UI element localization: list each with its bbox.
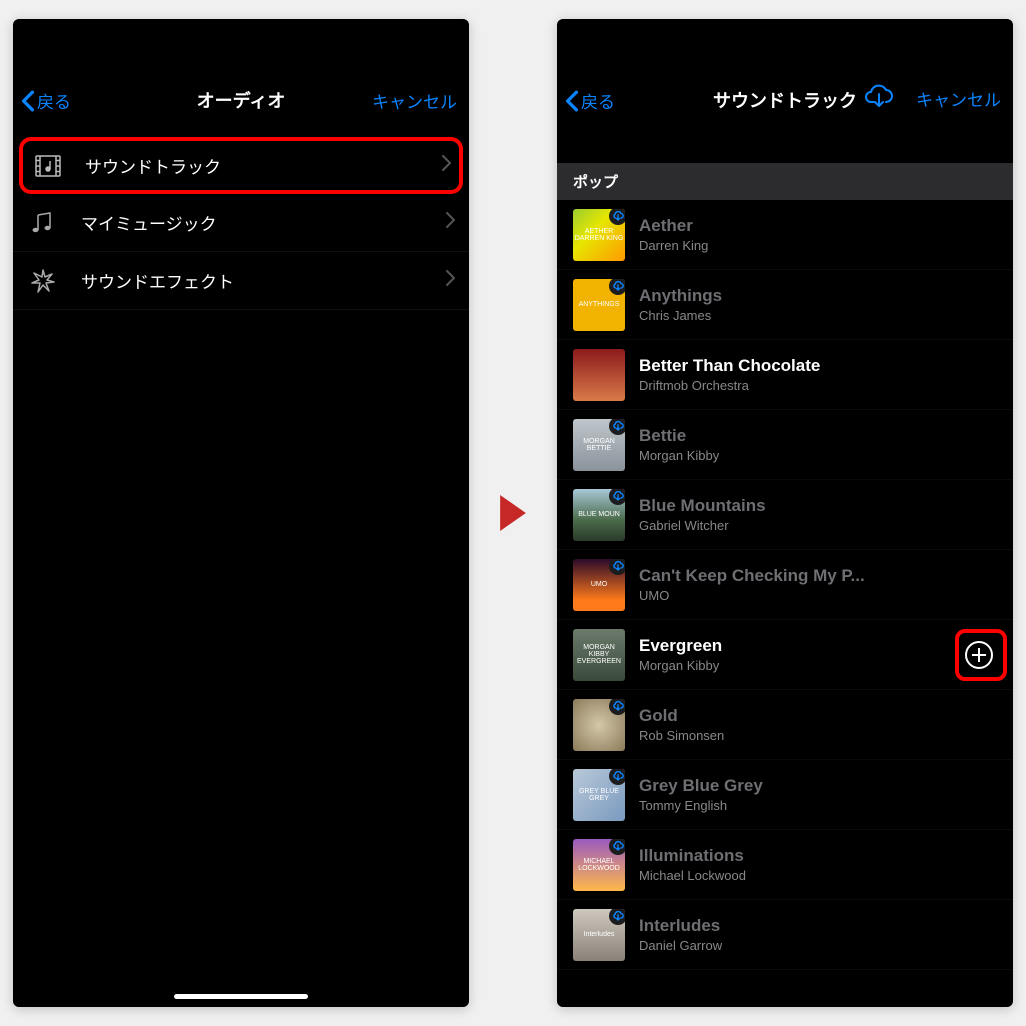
- track-title: Bettie: [639, 426, 999, 446]
- home-indicator[interactable]: [174, 994, 308, 999]
- track-row[interactable]: BLUE MOUN Blue Mountains Gabriel Witcher: [557, 480, 1013, 550]
- track-info: Blue Mountains Gabriel Witcher: [639, 496, 999, 533]
- menu-item-label: サウンドエフェクト: [81, 268, 446, 293]
- track-artist: Daniel Garrow: [639, 938, 999, 953]
- track-info: Gold Rob Simonsen: [639, 706, 999, 743]
- track-row[interactable]: Gold Rob Simonsen: [557, 690, 1013, 760]
- album-art: MORGAN BETTIE: [573, 419, 625, 471]
- cloud-download-icon[interactable]: [864, 84, 894, 113]
- track-title: Gold: [639, 706, 999, 726]
- album-art: BLUE MOUN: [573, 489, 625, 541]
- chevron-right-icon: [446, 270, 455, 291]
- track-title: Can't Keep Checking My P...: [639, 566, 999, 586]
- album-art: MICHAEL LOCKWOOD: [573, 839, 625, 891]
- track-artist: Chris James: [639, 308, 999, 323]
- cloud-badge-icon: [609, 279, 625, 295]
- cloud-badge-icon: [609, 419, 625, 435]
- page-title: サウンドトラック: [713, 87, 857, 113]
- audio-menu-list: サウンドトラック マイミュージック サウンドエフェクト: [13, 137, 469, 310]
- audio-menu-screen: 戻る オーディオ キャンセル サウンドトラック マイミュージック: [13, 19, 469, 1007]
- album-art: GREY BLUE GREY: [573, 769, 625, 821]
- chevron-left-icon: [21, 90, 35, 112]
- track-row[interactable]: GREY BLUE GREY Grey Blue Grey Tommy Englis…: [557, 760, 1013, 830]
- cloud-badge-icon: [609, 769, 625, 785]
- album-art: Interludes: [573, 909, 625, 961]
- track-row[interactable]: Interludes Interludes Daniel Garrow: [557, 900, 1013, 970]
- cloud-badge-icon: [609, 209, 625, 225]
- track-row[interactable]: MORGAN BETTIE Bettie Morgan Kibby: [557, 410, 1013, 480]
- track-row[interactable]: MICHAEL LOCKWOOD Illuminations Michael Loc…: [557, 830, 1013, 900]
- track-list[interactable]: AETHER DARREN KING Aether Darren King ANYTH…: [557, 200, 1013, 970]
- album-art: UMO: [573, 559, 625, 611]
- cloud-badge-icon: [609, 909, 625, 925]
- track-title: Interludes: [639, 916, 999, 936]
- track-title: Illuminations: [639, 846, 999, 866]
- track-info: Evergreen Morgan Kibby: [639, 636, 959, 673]
- track-artist: Morgan Kibby: [639, 448, 999, 463]
- cloud-badge-icon: [609, 699, 625, 715]
- track-row[interactable]: Better Than Chocolate Driftmob Orchestra: [557, 340, 1013, 410]
- menu-item-label: マイミュージック: [81, 210, 446, 235]
- track-info: Grey Blue Grey Tommy English: [639, 776, 999, 813]
- page-title: オーディオ: [197, 87, 286, 113]
- track-info: Aether Darren King: [639, 216, 999, 253]
- menu-item-soundeffect[interactable]: サウンドエフェクト: [13, 252, 469, 310]
- back-label: 戻る: [581, 88, 615, 113]
- album-art: [573, 699, 625, 751]
- track-title: Aether: [639, 216, 999, 236]
- track-artist: Morgan Kibby: [639, 658, 959, 673]
- track-artist: Michael Lockwood: [639, 868, 999, 883]
- menu-item-soundtrack[interactable]: サウンドトラック: [19, 137, 463, 194]
- album-art: [573, 349, 625, 401]
- nav-bar: 戻る オーディオ キャンセル: [13, 19, 469, 129]
- track-title: Better Than Chocolate: [639, 356, 999, 376]
- track-artist: Tommy English: [639, 798, 999, 813]
- section-header-pop: ポップ: [557, 163, 1013, 200]
- album-art: ANYTHINGS: [573, 279, 625, 331]
- burst-icon: [31, 269, 63, 293]
- track-title: Evergreen: [639, 636, 959, 656]
- nav-bar: 戻る サウンドトラック キャンセル: [557, 19, 1013, 129]
- track-row[interactable]: UMO Can't Keep Checking My P... UMO: [557, 550, 1013, 620]
- chevron-left-icon: [565, 90, 579, 112]
- track-info: Anythings Chris James: [639, 286, 999, 323]
- track-info: Interludes Daniel Garrow: [639, 916, 999, 953]
- track-artist: Driftmob Orchestra: [639, 378, 999, 393]
- track-artist: Darren King: [639, 238, 999, 253]
- film-music-icon: [35, 155, 67, 177]
- album-art: MORGAN KIBBY EVERGREEN: [573, 629, 625, 681]
- track-info: Bettie Morgan Kibby: [639, 426, 999, 463]
- cancel-button[interactable]: キャンセル: [372, 88, 457, 113]
- menu-item-mymusic[interactable]: マイミュージック: [13, 194, 469, 252]
- back-button[interactable]: 戻る: [21, 88, 101, 113]
- back-label: 戻る: [37, 88, 71, 113]
- cancel-button[interactable]: キャンセル: [916, 86, 1001, 111]
- soundtrack-list-screen: 戻る サウンドトラック キャンセル ポップ AETHER DARREN KING…: [557, 19, 1013, 1007]
- track-title: Blue Mountains: [639, 496, 999, 516]
- track-artist: Gabriel Witcher: [639, 518, 999, 533]
- cloud-badge-icon: [609, 489, 625, 505]
- album-art: AETHER DARREN KING: [573, 209, 625, 261]
- cloud-badge-icon: [609, 839, 625, 855]
- track-row[interactable]: ANYTHINGS Anythings Chris James: [557, 270, 1013, 340]
- back-button[interactable]: 戻る: [565, 88, 645, 113]
- add-track-button[interactable]: [959, 635, 999, 675]
- track-info: Better Than Chocolate Driftmob Orchestra: [639, 356, 999, 393]
- cloud-badge-icon: [609, 559, 625, 575]
- track-info: Illuminations Michael Lockwood: [639, 846, 999, 883]
- track-title: Anythings: [639, 286, 999, 306]
- track-row[interactable]: AETHER DARREN KING Aether Darren King: [557, 200, 1013, 270]
- track-info: Can't Keep Checking My P... UMO: [639, 566, 999, 603]
- arrow-right-icon: [499, 495, 527, 531]
- chevron-right-icon: [442, 155, 451, 176]
- track-row[interactable]: MORGAN KIBBY EVERGREEN Evergreen Morgan Ki…: [557, 620, 1013, 690]
- menu-item-label: サウンドトラック: [85, 153, 442, 178]
- track-title: Grey Blue Grey: [639, 776, 999, 796]
- chevron-right-icon: [446, 212, 455, 233]
- music-note-icon: [31, 211, 63, 235]
- track-artist: UMO: [639, 588, 999, 603]
- track-artist: Rob Simonsen: [639, 728, 999, 743]
